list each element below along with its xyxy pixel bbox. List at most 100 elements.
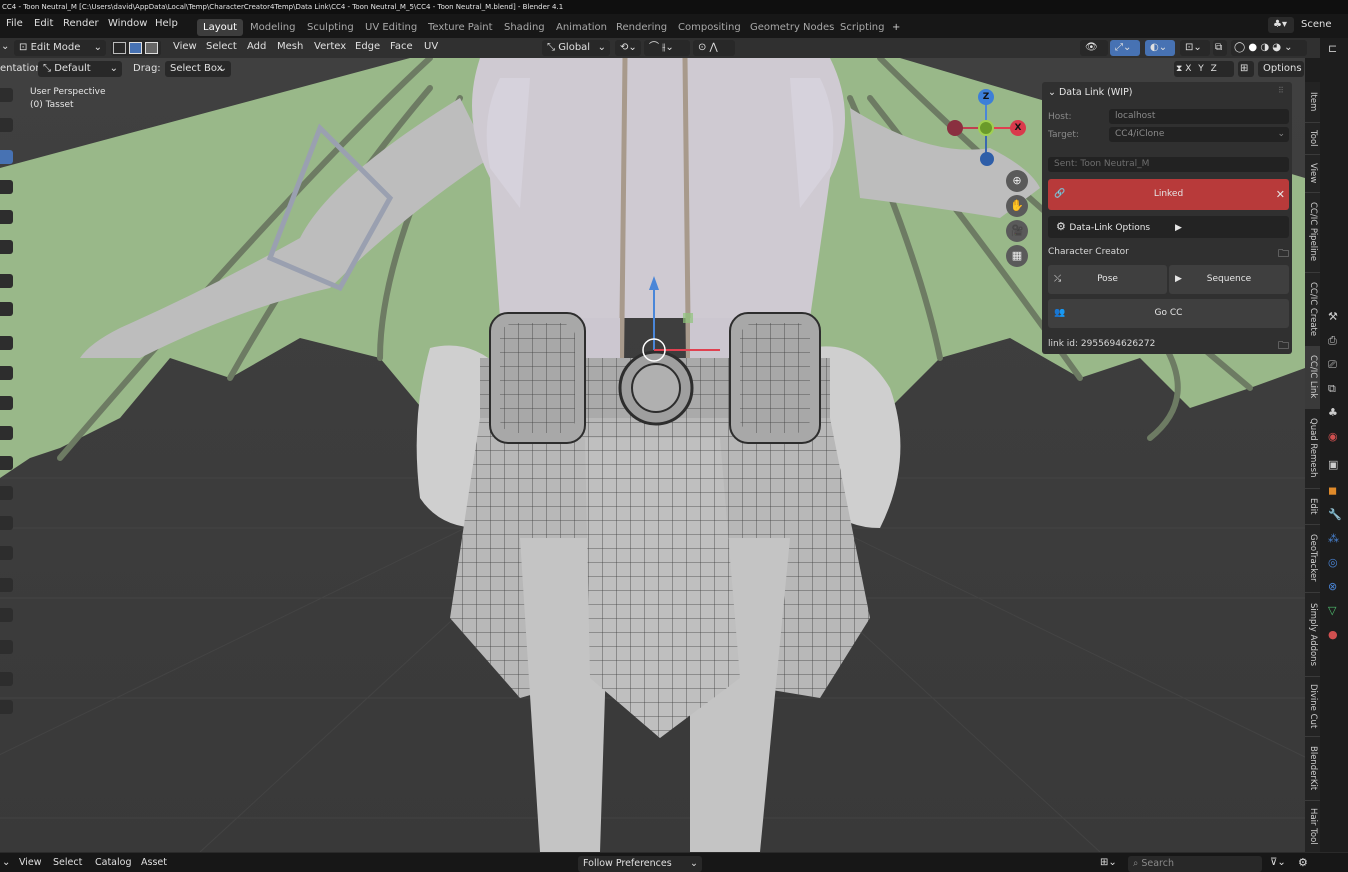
options-dropdown[interactable]: Options ⌄ (1258, 61, 1304, 90)
target-dropdown[interactable]: CC4/iClone ⌄ (1109, 127, 1289, 142)
move-tool-icon[interactable] (0, 150, 13, 164)
modifier-props-icon[interactable]: 🔧 (1328, 508, 1342, 521)
data-props-icon[interactable]: ▽ (1328, 604, 1336, 617)
pivot-point-icon[interactable]: ⟲⌄ (615, 40, 641, 56)
follow-preferences-dropdown[interactable]: Follow Preferences ⌄ (578, 856, 702, 872)
menu-vertex[interactable]: Vertex (314, 41, 346, 52)
sidebar-tab-blenderkit[interactable]: BlenderKit (1305, 736, 1320, 801)
scale-tool-icon[interactable] (0, 210, 13, 224)
collection-props-icon[interactable]: ▣ (1328, 458, 1338, 471)
solid-shading-icon[interactable]: ● (1248, 42, 1257, 53)
world-props-icon[interactable]: ◉ (1328, 430, 1338, 443)
output-props-icon[interactable]: ⎚ (1328, 358, 1337, 372)
menu-select[interactable]: Select (53, 857, 82, 868)
display-mode-icon[interactable]: ⊞⌄ (1100, 857, 1117, 868)
sidebar-tab-item[interactable]: Item (1305, 82, 1320, 123)
tab-animation[interactable]: Animation (550, 19, 613, 36)
mirror-axis-group[interactable]: ⧗ X Y Z (1174, 61, 1234, 77)
transform-tool-icon[interactable] (0, 240, 13, 254)
menu-edit[interactable]: Edit (34, 18, 53, 29)
sidebar-tab-quad-remesh[interactable]: Quad Remesh (1305, 408, 1320, 489)
render-props-icon[interactable]: ⎙ (1328, 334, 1337, 348)
tab-layout[interactable]: Layout (197, 19, 243, 36)
menu-file[interactable]: File (6, 18, 23, 29)
edge-select-icon[interactable] (129, 42, 143, 54)
folder-icon[interactable]: 🗀 (1278, 245, 1289, 264)
wireframe-shading-icon[interactable]: ◯ (1234, 42, 1245, 53)
rip-tool-icon[interactable] (0, 700, 13, 714)
constraints-props-icon[interactable]: ⊗ (1328, 580, 1337, 593)
pan-hand-icon[interactable]: ✋ (1006, 195, 1028, 217)
smooth-tool-icon[interactable] (0, 578, 13, 592)
sidebar-tab-geotracker[interactable]: GeoTracker (1305, 524, 1320, 593)
menu-add[interactable]: Add (247, 41, 266, 52)
edge-slide-tool-icon[interactable] (0, 608, 13, 622)
go-cc-button[interactable]: 👥 Go CC (1048, 299, 1289, 328)
gizmo-neg-z-ball[interactable] (980, 152, 994, 166)
particles-props-icon[interactable]: ⁂ (1328, 532, 1339, 545)
mirror-z-toggle[interactable]: Z (1211, 64, 1217, 74)
data-link-options-toggle[interactable]: ⚙ Data-Link Options ▶ (1048, 216, 1289, 238)
sidebar-tab-divine-cut[interactable]: Divine Cut (1305, 676, 1320, 737)
gizmo-neg-x-ball[interactable] (947, 120, 963, 136)
vertex-select-icon[interactable] (113, 42, 126, 54)
face-select-icon[interactable] (145, 42, 159, 54)
shear-tool-icon[interactable] (0, 672, 13, 686)
gizmo-z-ball[interactable]: Z (978, 89, 994, 105)
sidebar-tab-cc-ic-create[interactable]: CC/IC Create (1305, 272, 1320, 347)
filter-icon[interactable]: ⊽⌄ (1270, 857, 1286, 868)
menu-uv[interactable]: UV (424, 41, 438, 52)
gizmo-x-ball[interactable]: X (1010, 120, 1026, 136)
transform-orientation-dropdown[interactable]: ⤡ Global ⌄ (542, 40, 610, 56)
linked-button[interactable]: 🔗 Linked ✕ (1048, 179, 1289, 210)
shading-mode-group[interactable]: ◯ ● ◑ ◕ ⌄ (1231, 40, 1307, 56)
drag-handle-icon[interactable]: ⠿ (1278, 86, 1284, 95)
material-props-icon[interactable]: ● (1328, 628, 1338, 641)
menu-catalog[interactable]: Catalog (95, 857, 131, 868)
menu-view[interactable]: View (173, 41, 197, 52)
sidebar-tab-simply-addons[interactable]: Simply Addons (1305, 592, 1320, 677)
sidebar-tab-cc-ic-link[interactable]: CC/IC Link (1305, 346, 1320, 409)
tab-modeling[interactable]: Modeling (244, 19, 302, 36)
knife-tool-icon[interactable] (0, 486, 13, 500)
tool-props-icon[interactable]: ⚒ (1328, 310, 1338, 323)
menu-asset[interactable]: Asset (141, 857, 167, 868)
xray-icon[interactable]: ⧉ (1213, 40, 1227, 56)
menu-view[interactable]: View (19, 857, 42, 868)
add-workspace-button[interactable]: + (886, 19, 906, 36)
tab-shading[interactable]: Shading (498, 19, 551, 36)
close-icon[interactable]: ✕ (1276, 179, 1285, 210)
rotate-tool-icon[interactable] (0, 180, 13, 194)
poly-build-tool-icon[interactable] (0, 516, 13, 530)
proportional-edit-icon[interactable]: ⊙ ⋀ (693, 40, 735, 56)
mirror-x-toggle[interactable]: X (1185, 64, 1191, 74)
sidebar-tab-view[interactable]: View (1305, 154, 1320, 193)
pose-button[interactable]: ⤯ Pose (1048, 265, 1167, 294)
drag-dropdown[interactable]: Select Box ⌄ (165, 61, 231, 77)
tab-uv-editing[interactable]: UV Editing (359, 19, 423, 36)
orientation-dropdown[interactable]: ⤡ Default ⌄ (38, 61, 122, 77)
sidebar-tab-cc-ic-pipeline[interactable]: CC/IC Pipeline (1305, 192, 1320, 273)
editor-type-chevron-icon[interactable]: ⌄ (2, 857, 10, 868)
mode-dropdown[interactable]: ⊡ Edit Mode ⌄ (14, 40, 106, 56)
editor-type-chevron-icon[interactable]: ⌄ (1, 41, 9, 52)
tab-rendering[interactable]: Rendering (610, 19, 673, 36)
tab-geometry-nodes[interactable]: Geometry Nodes (744, 19, 840, 36)
view-layer-icon[interactable]: ⧉ (1328, 382, 1336, 396)
panel-header[interactable]: ⌄ Data Link (WIP) (1048, 87, 1133, 98)
overlay-toggle-icon[interactable]: ◐⌄ (1145, 40, 1175, 56)
menu-window[interactable]: Window (108, 18, 147, 29)
gizmo-y-ball[interactable] (978, 120, 994, 136)
folder-icon[interactable]: 🗀 (1278, 337, 1289, 356)
select-box-tool-icon[interactable] (0, 88, 13, 102)
extrude-tool-icon[interactable] (0, 366, 13, 380)
host-field[interactable]: localhost (1109, 109, 1289, 124)
tab-sculpting[interactable]: Sculpting (301, 19, 360, 36)
tab-texture-paint[interactable]: Texture Paint (422, 19, 499, 36)
cursor-tool-icon[interactable] (0, 118, 13, 132)
shrink-tool-icon[interactable] (0, 640, 13, 654)
mesh-symmetry-icon[interactable]: ⊞ (1238, 61, 1254, 77)
physics-props-icon[interactable]: ◎ (1328, 556, 1338, 569)
material-shading-icon[interactable]: ◑ (1260, 42, 1269, 53)
scene-selector-icon[interactable]: ♣▾ (1268, 17, 1294, 33)
